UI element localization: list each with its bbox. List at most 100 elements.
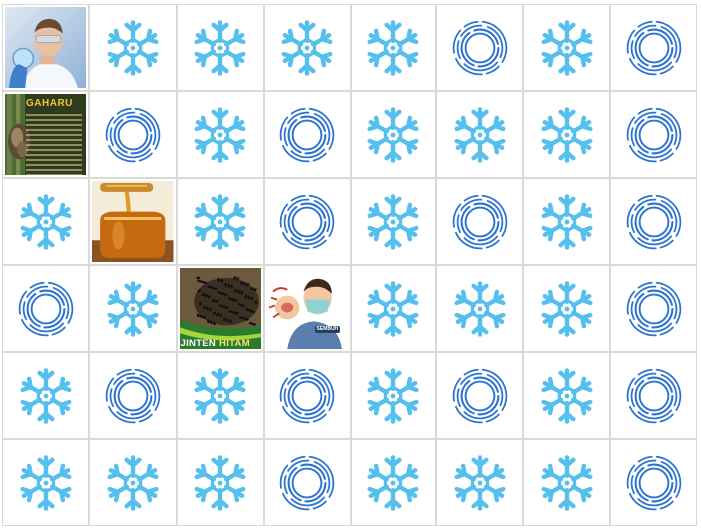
hidden-card[interactable] — [350, 352, 436, 439]
hidden-card[interactable] — [263, 4, 351, 91]
concentric-rings-icon — [279, 194, 335, 249]
hidden-card[interactable] — [610, 265, 697, 352]
hidden-card[interactable] — [436, 178, 523, 265]
snowflake-icon — [194, 193, 246, 250]
hidden-card[interactable] — [263, 352, 351, 439]
snowflake-icon — [194, 106, 246, 163]
concentric-rings-icon — [279, 368, 335, 423]
gaharu-photo: GAHARU — [5, 94, 86, 175]
revealed-card[interactable] — [2, 4, 89, 91]
hidden-card[interactable] — [610, 4, 697, 91]
hidden-card[interactable] — [176, 352, 264, 439]
revealed-card[interactable]: SEMBUH — [263, 265, 351, 352]
sick-man-cartoon: SEMBUH — [266, 268, 348, 349]
hidden-card[interactable] — [2, 265, 89, 352]
concentric-rings-icon — [626, 368, 681, 423]
concentric-rings-icon — [105, 107, 161, 162]
hidden-card[interactable] — [176, 91, 264, 178]
concentric-rings-icon — [626, 107, 681, 162]
hidden-card[interactable] — [2, 178, 89, 265]
gaharu-title: GAHARU — [26, 98, 73, 109]
gaharu-body-text — [26, 114, 82, 175]
concentric-rings-icon — [452, 194, 507, 249]
snowflake-icon — [541, 193, 592, 250]
hidden-card[interactable] — [176, 4, 264, 91]
hidden-card[interactable] — [523, 352, 610, 439]
snowflake-icon — [541, 454, 592, 511]
snowflake-icon — [367, 19, 419, 76]
hidden-card[interactable] — [350, 439, 436, 526]
hidden-card[interactable] — [2, 352, 89, 439]
hidden-card[interactable] — [610, 178, 697, 265]
snowflake-icon — [107, 454, 159, 511]
memory-game-board: GAHARU JINTEN HITAM SEMBUH — [2, 4, 697, 526]
concentric-rings-icon — [626, 194, 681, 249]
snowflake-icon — [20, 454, 71, 511]
hidden-card[interactable] — [523, 178, 610, 265]
hidden-card[interactable] — [89, 91, 177, 178]
hidden-card[interactable] — [89, 352, 177, 439]
snowflake-icon — [541, 19, 592, 76]
revealed-card[interactable]: GAHARU — [2, 91, 89, 178]
concentric-rings-icon — [18, 281, 73, 336]
hidden-card[interactable] — [436, 4, 523, 91]
hidden-card[interactable] — [610, 352, 697, 439]
snowflake-icon — [107, 19, 159, 76]
hidden-card[interactable] — [350, 178, 436, 265]
hidden-card[interactable] — [436, 352, 523, 439]
snowflake-icon — [454, 106, 505, 163]
shirt-label: SEMBUH — [314, 326, 341, 333]
honey-jar-photo — [92, 181, 174, 262]
snowflake-icon — [20, 367, 71, 424]
hidden-card[interactable] — [436, 91, 523, 178]
hidden-card[interactable] — [523, 4, 610, 91]
hidden-card[interactable] — [350, 265, 436, 352]
hidden-card[interactable] — [610, 91, 697, 178]
concentric-rings-icon — [279, 107, 335, 162]
snowflake-icon — [194, 367, 246, 424]
snowflake-icon — [367, 454, 419, 511]
hidden-card[interactable] — [176, 178, 264, 265]
hidden-card[interactable] — [350, 91, 436, 178]
scientist-photo — [5, 7, 86, 88]
hidden-card[interactable] — [89, 439, 177, 526]
hidden-card[interactable] — [89, 4, 177, 91]
hidden-card[interactable] — [263, 439, 351, 526]
hidden-card[interactable] — [436, 265, 523, 352]
snowflake-icon — [194, 454, 246, 511]
hidden-card[interactable] — [2, 439, 89, 526]
hidden-card[interactable] — [89, 265, 177, 352]
concentric-rings-icon — [626, 20, 681, 75]
concentric-rings-icon — [452, 20, 507, 75]
concentric-rings-icon — [626, 455, 681, 510]
revealed-card[interactable] — [89, 178, 177, 265]
hidden-card[interactable] — [436, 439, 523, 526]
snowflake-icon — [367, 280, 419, 337]
revealed-card[interactable]: JINTEN HITAM — [176, 265, 264, 352]
snowflake-icon — [454, 280, 505, 337]
concentric-rings-icon — [279, 455, 335, 510]
hidden-card[interactable] — [350, 4, 436, 91]
snowflake-icon — [541, 106, 592, 163]
snowflake-icon — [367, 193, 419, 250]
hidden-card[interactable] — [263, 91, 351, 178]
jinten-hitam-photo: JINTEN HITAM — [179, 268, 261, 349]
hitam-caption-word: HITAM — [219, 337, 250, 349]
concentric-rings-icon — [626, 281, 681, 336]
hidden-card[interactable] — [176, 439, 264, 526]
snowflake-icon — [367, 367, 419, 424]
hidden-card[interactable] — [610, 439, 697, 526]
jinten-caption-word: JINTEN — [180, 337, 217, 349]
hidden-card[interactable] — [263, 178, 351, 265]
concentric-rings-icon — [105, 368, 161, 423]
hidden-card[interactable] — [523, 439, 610, 526]
snowflake-icon — [454, 454, 505, 511]
snowflake-icon — [367, 106, 419, 163]
snowflake-icon — [541, 280, 592, 337]
jinten-hitam-caption: JINTEN HITAM — [180, 337, 250, 349]
hidden-card[interactable] — [523, 265, 610, 352]
snowflake-icon — [194, 19, 246, 76]
hidden-card[interactable] — [523, 91, 610, 178]
snowflake-icon — [541, 367, 592, 424]
snowflake-icon — [20, 193, 71, 250]
